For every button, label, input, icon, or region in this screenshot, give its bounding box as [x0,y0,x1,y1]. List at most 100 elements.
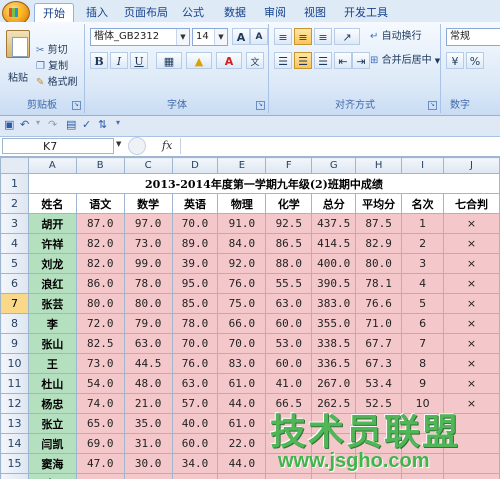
header-cell[interactable]: 名次 [401,193,445,214]
row-header[interactable]: 7 [0,293,29,314]
tab-page-layout[interactable]: 页面布局 [116,3,176,22]
clipboard-launcher-icon[interactable]: ↘ [72,101,81,110]
undo-icon[interactable]: ↶ [20,118,29,131]
status-cell[interactable]: × [443,333,500,354]
rank-cell[interactable] [401,473,445,479]
status-cell[interactable]: × [443,293,500,314]
score-cell[interactable]: 87.5 [355,213,403,234]
italic-button[interactable]: I [110,52,128,69]
score-cell[interactable]: 74.0 [75,393,125,414]
student-name-cell[interactable]: 刘龙 [27,253,77,274]
font-size-select[interactable]: 14 ▼ [192,28,228,46]
score-cell[interactable]: 92.5 [265,213,313,234]
score-cell[interactable]: 53.0 [265,333,313,354]
score-cell[interactable]: 70.0 [171,333,219,354]
name-box[interactable]: K7 [2,138,114,154]
score-cell[interactable]: 36.0 [217,473,267,479]
score-cell[interactable]: 67.3 [355,353,403,374]
score-cell[interactable]: 52.5 [355,393,403,414]
score-cell[interactable]: 63.0 [123,333,173,354]
student-name-cell[interactable]: 胡开 [27,213,77,234]
column-header[interactable]: D [171,157,219,174]
score-cell[interactable]: 82.9 [355,233,403,254]
row-header[interactable]: 9 [0,333,29,354]
score-cell[interactable]: 69.0 [75,433,125,454]
score-cell[interactable]: 82.5 [75,333,125,354]
font-launcher-icon[interactable]: ↘ [256,101,265,110]
number-format-select[interactable]: 常规 [446,28,500,46]
rank-cell[interactable]: 6 [401,313,445,334]
score-cell[interactable]: 73.0 [123,233,173,254]
sheet-title[interactable]: 2013-2014年度第一学期九年级(2)班期中成绩 [27,173,500,194]
score-cell[interactable] [311,453,357,474]
tab-formulas[interactable]: 公式 [174,3,212,22]
student-name-cell[interactable]: 闫凯 [27,433,77,454]
score-cell[interactable]: 85.0 [171,293,219,314]
score-cell[interactable]: 267.0 [311,373,357,394]
student-name-cell[interactable]: 赵 [27,473,77,479]
tab-insert[interactable]: 插入 [78,3,116,22]
score-cell[interactable]: 78.0 [123,273,173,294]
score-cell[interactable]: 76.0 [217,273,267,294]
spellcheck-icon[interactable]: ✓ [82,118,91,131]
score-cell[interactable]: 63.0 [265,293,313,314]
status-cell[interactable]: × [443,353,500,374]
column-header[interactable]: B [75,157,125,174]
grow-font-button[interactable]: A [232,28,250,45]
sort-icon[interactable]: ⇅ [98,118,107,131]
student-name-cell[interactable]: 杨忠 [27,393,77,414]
score-cell[interactable]: 82.0 [75,253,125,274]
score-cell[interactable] [265,473,313,479]
tab-home[interactable]: 开始 [34,3,74,23]
score-cell[interactable]: 86.0 [75,273,125,294]
row-header[interactable]: 14 [0,433,29,454]
score-cell[interactable]: 80.0 [123,293,173,314]
worksheet-grid[interactable]: A B C D E F G H I J 1 2013-2014年度第一学期九年级… [0,157,500,479]
status-cell[interactable] [443,473,500,479]
increase-indent-button[interactable]: ⇥ [352,52,370,69]
score-cell[interactable]: 44.5 [123,353,173,374]
chevron-down-icon[interactable]: ▾ [36,118,40,127]
status-cell[interactable] [443,433,500,454]
score-cell[interactable]: 89.0 [171,233,219,254]
score-cell[interactable]: 60.0 [265,313,313,334]
align-left-button[interactable]: ☰ [274,52,292,69]
alignment-launcher-icon[interactable]: ↘ [428,101,437,110]
score-cell[interactable]: 44.0 [217,393,267,414]
student-name-cell[interactable]: 窦海 [27,453,77,474]
column-header[interactable]: C [123,157,173,174]
header-cell[interactable]: 总分 [311,193,357,214]
score-cell[interactable]: 262.5 [311,393,357,414]
score-cell[interactable]: 53.0 [75,473,125,479]
header-cell[interactable]: 姓名 [27,193,77,214]
row-header[interactable]: 3 [0,213,29,234]
score-cell[interactable]: 79.0 [123,313,173,334]
score-cell[interactable]: 95.0 [171,273,219,294]
header-cell[interactable]: 英语 [171,193,219,214]
rank-cell[interactable]: 5 [401,293,445,314]
score-cell[interactable] [265,433,313,454]
header-cell[interactable]: 平均分 [355,193,403,214]
score-cell[interactable]: 63.0 [171,373,219,394]
column-header[interactable]: I [401,157,445,174]
score-cell[interactable]: 41.0 [265,373,313,394]
status-cell[interactable] [443,413,500,434]
score-cell[interactable]: 53.4 [355,373,403,394]
tab-view[interactable]: 视图 [296,3,334,22]
score-cell[interactable]: 57.0 [171,393,219,414]
score-cell[interactable]: 86.5 [265,233,313,254]
score-cell[interactable]: 35.0 [123,413,173,434]
score-cell[interactable]: 414.5 [311,233,357,254]
score-cell[interactable]: 39.0 [171,253,219,274]
status-cell[interactable]: × [443,213,500,234]
score-cell[interactable]: 40.0 [171,413,219,434]
rank-cell[interactable]: 2 [401,233,445,254]
student-name-cell[interactable]: 张芸 [27,293,77,314]
score-cell[interactable]: 78.0 [171,313,219,334]
score-cell[interactable]: 44.0 [217,453,267,474]
column-header[interactable]: H [355,157,403,174]
font-name-select[interactable]: 楷体_GB2312 ▼ [90,28,190,46]
score-cell[interactable] [355,433,403,454]
header-cell[interactable]: 物理 [217,193,267,214]
header-cell[interactable]: 化学 [265,193,313,214]
